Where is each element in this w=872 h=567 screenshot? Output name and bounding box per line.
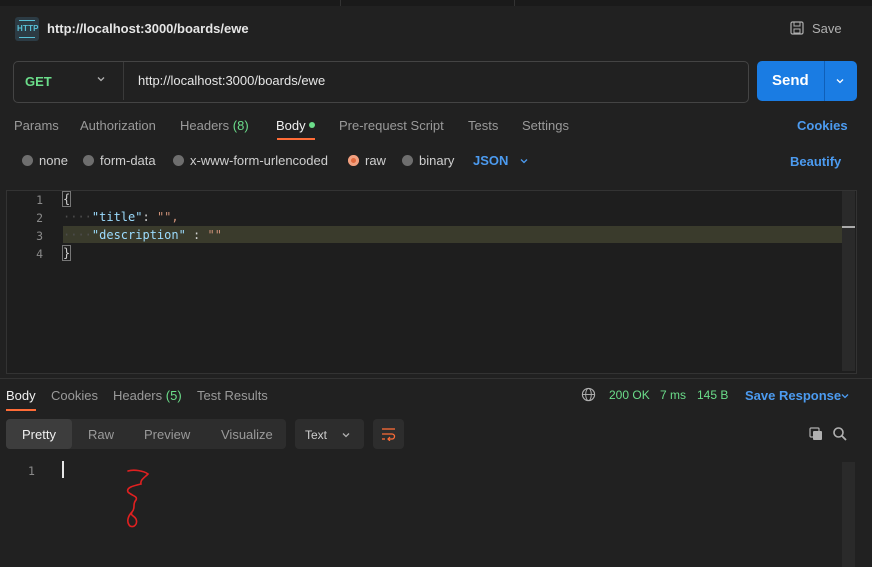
line-number: 1 <box>36 193 43 207</box>
tab-headers-label: Headers <box>180 118 230 133</box>
view-preview[interactable]: Preview <box>144 427 190 442</box>
request-title[interactable]: http://localhost:3000/boards/ewe <box>47 21 249 36</box>
http-request-icon: HTTP <box>15 17 39 41</box>
response-tab-body[interactable]: Body <box>6 388 36 403</box>
response-tab-headers-label: Headers <box>113 388 163 403</box>
response-format-label[interactable]: Text <box>305 428 327 442</box>
view-raw[interactable]: Raw <box>88 427 114 442</box>
response-line-number: 1 <box>28 464 35 478</box>
send-button-label[interactable]: Send <box>772 72 809 89</box>
response-divider[interactable] <box>0 378 872 379</box>
chevron-down-icon[interactable] <box>840 391 850 401</box>
radio-binary[interactable] <box>402 155 413 166</box>
tab-body[interactable]: Body <box>276 118 306 133</box>
editor-scrollbar[interactable] <box>842 191 855 371</box>
line-number: 3 <box>36 229 43 243</box>
save-response-button[interactable]: Save Response <box>745 388 841 403</box>
code-open-brace: { <box>62 191 72 207</box>
globe-icon[interactable] <box>581 387 596 402</box>
tab-settings[interactable]: Settings <box>522 118 569 133</box>
line-number: 2 <box>36 211 43 225</box>
response-size[interactable]: 145 B <box>697 388 728 402</box>
response-tab-test-results[interactable]: Test Results <box>197 388 268 403</box>
code-line-2: ····"title": "", <box>63 210 179 224</box>
radio-form-data-label[interactable]: form-data <box>100 153 156 168</box>
tab-tests[interactable]: Tests <box>468 118 498 133</box>
radio-urlencoded[interactable] <box>173 155 184 166</box>
tab-pre-request-script[interactable]: Pre-request Script <box>339 118 444 133</box>
radio-form-data[interactable] <box>83 155 94 166</box>
editor-scroll-marker <box>842 226 855 228</box>
chevron-down-icon <box>836 79 844 84</box>
chevron-down-icon[interactable] <box>519 156 529 166</box>
view-pretty[interactable]: Pretty <box>22 427 56 442</box>
cookies-link[interactable]: Cookies <box>797 118 848 133</box>
radio-binary-label[interactable]: binary <box>419 153 454 168</box>
code-close-brace: } <box>62 245 72 261</box>
tab-headers[interactable]: Headers (8) <box>180 118 249 133</box>
send-options-button[interactable] <box>824 61 857 101</box>
response-tab-cookies[interactable]: Cookies <box>51 388 98 403</box>
radio-none[interactable] <box>22 155 33 166</box>
active-tab-indicator <box>277 138 315 140</box>
response-time[interactable]: 7 ms <box>660 388 686 402</box>
view-visualize[interactable]: Visualize <box>221 427 273 442</box>
body-format-select[interactable]: JSON <box>473 153 508 168</box>
red-scribble-annotation <box>126 469 150 528</box>
radio-none-label[interactable]: none <box>39 153 68 168</box>
chevron-down-icon[interactable] <box>341 430 351 440</box>
radio-raw-label[interactable]: raw <box>365 153 386 168</box>
tab-params[interactable]: Params <box>14 118 59 133</box>
tab-authorization[interactable]: Authorization <box>80 118 156 133</box>
radio-urlencoded-label[interactable]: x-www-form-urlencoded <box>190 153 328 168</box>
save-button[interactable]: Save <box>812 21 842 36</box>
response-scrollbar[interactable] <box>842 462 855 567</box>
code-line-3: ····"description" : "" <box>63 228 222 242</box>
chevron-down-icon[interactable] <box>96 74 106 84</box>
response-tab-headers[interactable]: Headers (5) <box>113 388 182 403</box>
radio-raw[interactable] <box>348 155 359 166</box>
headers-count-badge: (8) <box>232 118 249 133</box>
url-input[interactable]: http://localhost:3000/boards/ewe <box>138 73 325 88</box>
top-tab-strip <box>0 0 872 6</box>
wrap-lines-icon <box>382 428 396 441</box>
response-active-tab-indicator <box>6 409 36 411</box>
beautify-button[interactable]: Beautify <box>790 154 841 169</box>
url-divider <box>123 62 124 100</box>
response-headers-count: (5) <box>165 388 182 403</box>
body-modified-dot <box>309 122 315 128</box>
text-cursor <box>62 461 64 478</box>
method-select[interactable]: GET <box>25 74 52 89</box>
wrap-lines-button[interactable] <box>373 419 404 449</box>
copy-icon[interactable] <box>808 426 824 442</box>
status-code[interactable]: 200 OK <box>609 388 650 402</box>
save-icon[interactable] <box>790 21 804 35</box>
line-number: 4 <box>36 247 43 261</box>
search-icon[interactable] <box>832 426 848 442</box>
